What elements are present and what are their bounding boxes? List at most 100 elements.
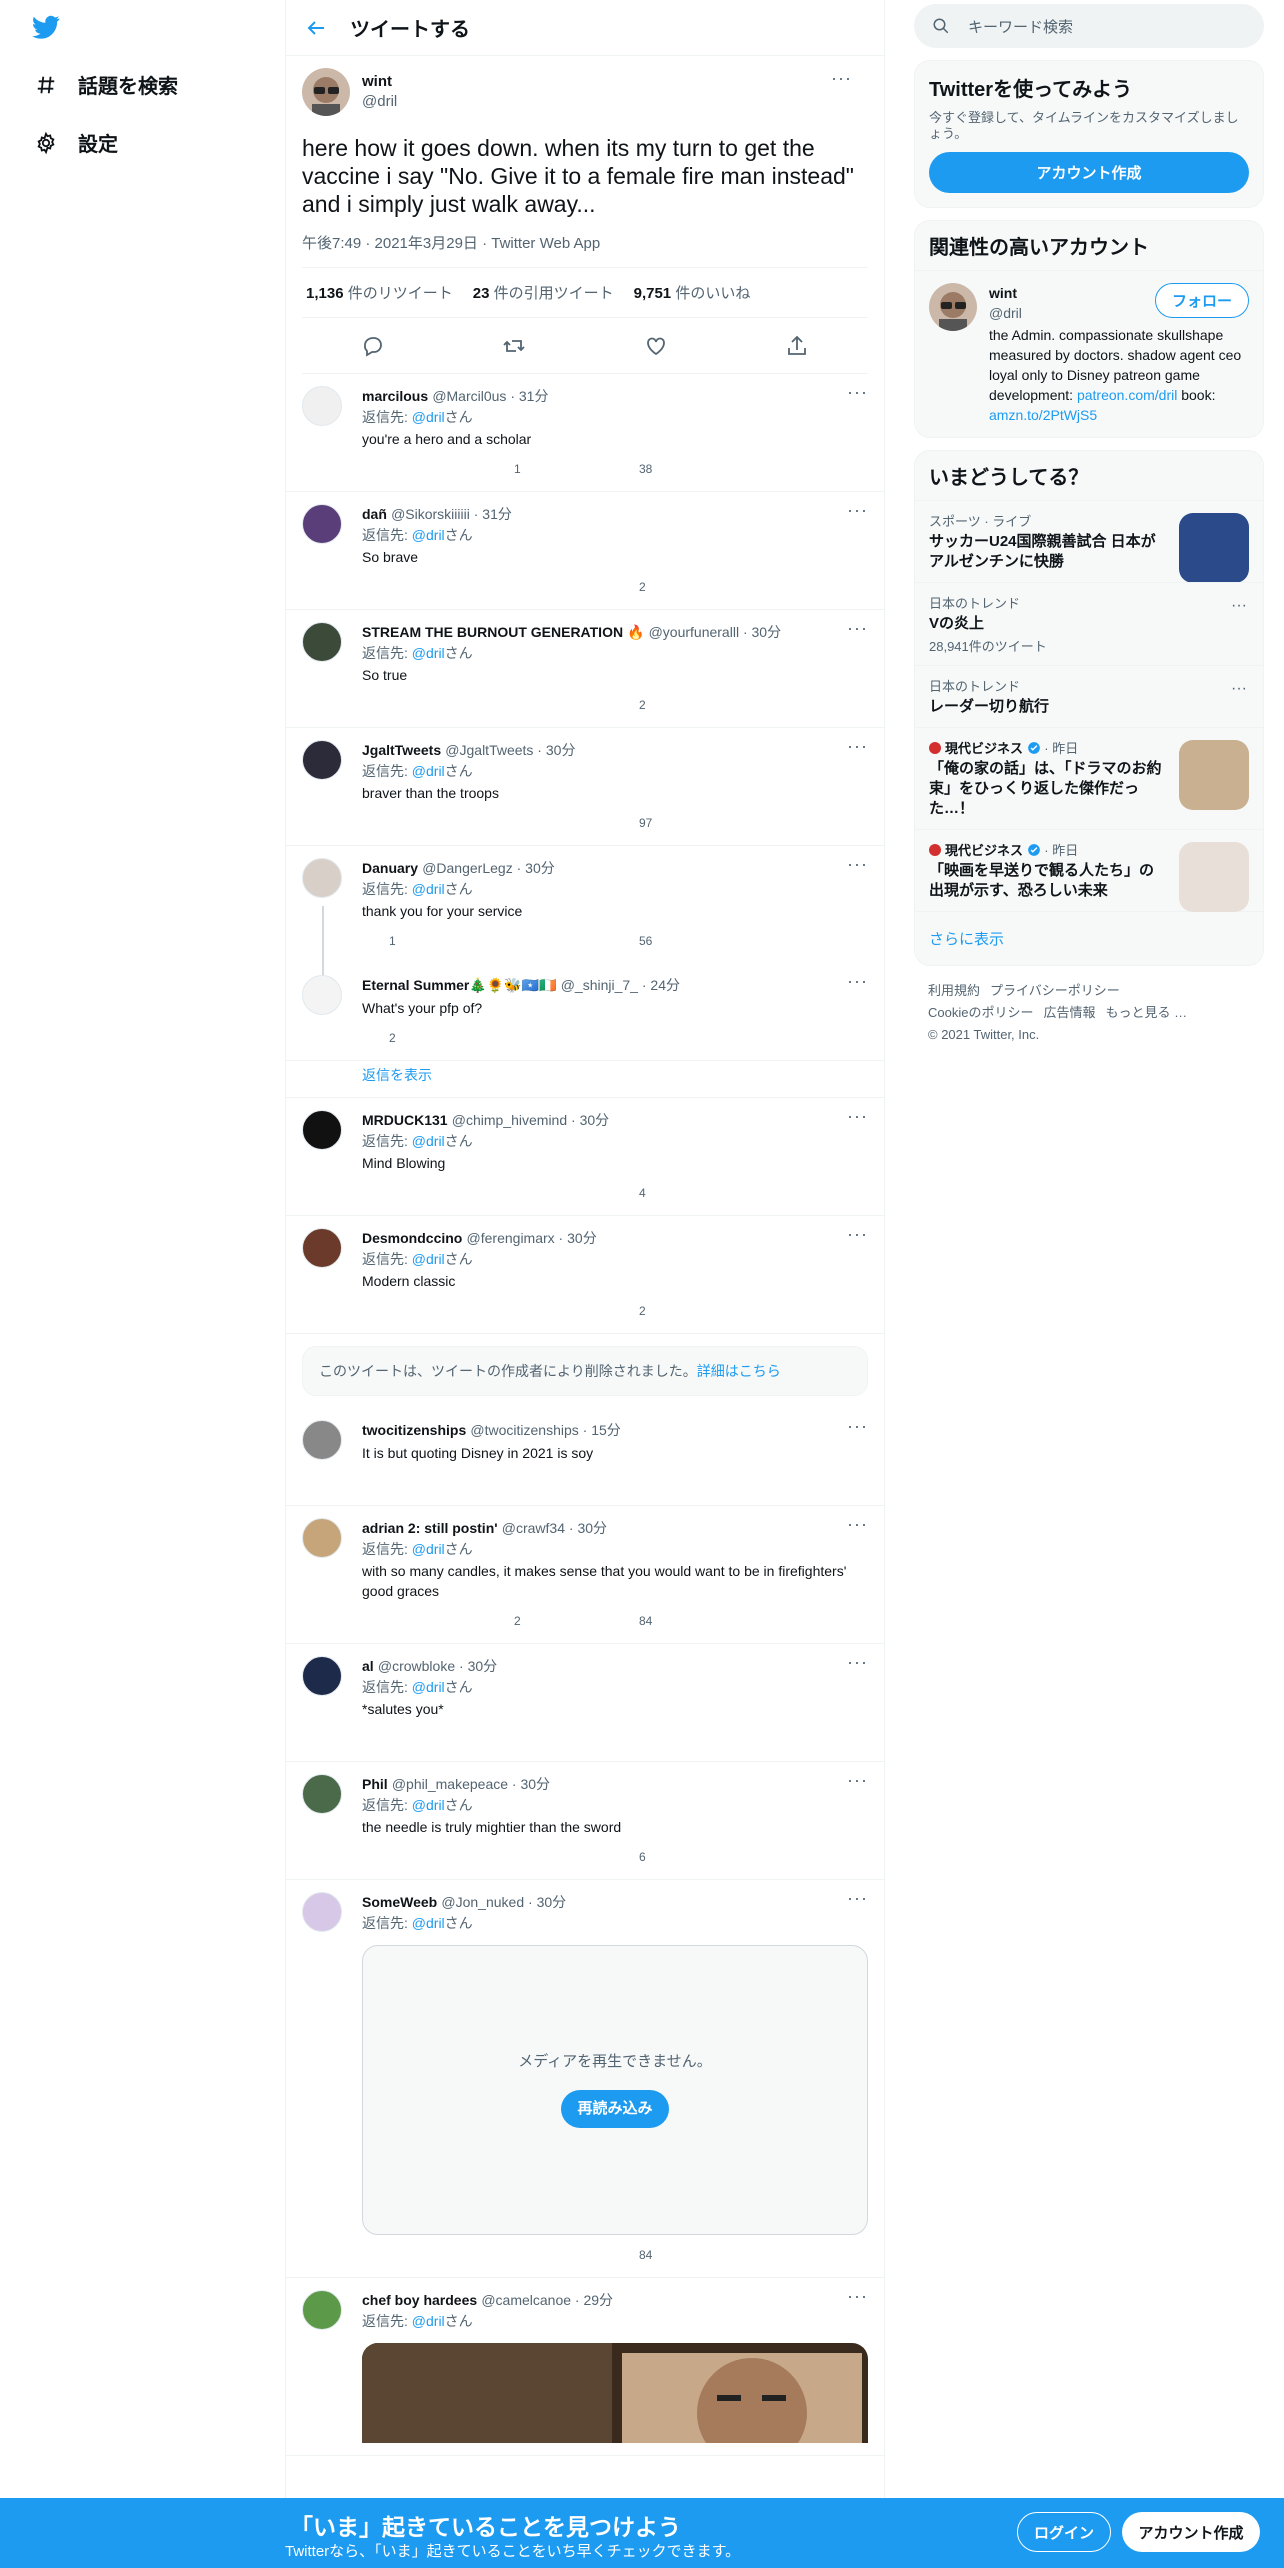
- reply-button[interactable]: [362, 579, 487, 596]
- retweet-count[interactable]: 1,136 件のリツイート: [306, 282, 453, 303]
- footer-link[interactable]: Cookieのポリシー: [928, 1005, 1033, 1020]
- reply-author-handle[interactable]: @twocitizenships: [470, 1422, 578, 1438]
- bio-link[interactable]: amzn.to/2PtWjS5: [989, 407, 1097, 423]
- nav-settings[interactable]: 設定: [34, 128, 118, 157]
- mention-link[interactable]: @dril: [412, 1679, 445, 1695]
- reply-tweet[interactable]: ··· adrian 2: still postin' @crawf34 · 30…: [286, 1506, 884, 1644]
- share-button[interactable]: [737, 2247, 862, 2264]
- avatar[interactable]: [302, 386, 342, 426]
- search-input[interactable]: キーワード検索: [968, 16, 1073, 37]
- reply-tweet[interactable]: ··· marcilous @Marcil0us · 31分 返信先: @drilさ…: [286, 374, 884, 492]
- share-button[interactable]: [737, 933, 862, 950]
- reply-author-handle[interactable]: @crowbloke: [378, 1658, 455, 1674]
- avatar[interactable]: [302, 68, 350, 116]
- reply-author-name[interactable]: dañ: [362, 506, 387, 522]
- reply-tweet[interactable]: ··· STREAM THE BURNOUT GENERATION 🔥 @your…: [286, 610, 884, 728]
- reply-author-name[interactable]: STREAM THE BURNOUT GENERATION 🔥: [362, 624, 644, 640]
- more-icon[interactable]: ···: [847, 500, 868, 521]
- reply-time[interactable]: 24分: [650, 977, 680, 993]
- reply-time[interactable]: 31分: [519, 388, 549, 404]
- more-icon[interactable]: ···: [847, 382, 868, 403]
- reply-tweet[interactable]: ··· Eternal Summer🎄🌻🐝🇸🇴🇮🇪 @_shinji_7_ · 2…: [286, 963, 884, 1061]
- reply-tweet[interactable]: ··· dañ @Sikorskiiiiii · 31分 返信先: @drilさん S…: [286, 492, 884, 610]
- reply-time[interactable]: 30分: [567, 1230, 597, 1246]
- quote-count[interactable]: 23 件の引用ツイート: [473, 282, 614, 303]
- avatar[interactable]: [302, 975, 342, 1015]
- reply-tweet[interactable]: ··· JgaltTweets @JgaltTweets · 30分 返信先: @d…: [286, 728, 884, 846]
- create-account-button[interactable]: アカウント作成: [929, 152, 1249, 193]
- more-icon[interactable]: ···: [1231, 680, 1247, 698]
- avatar[interactable]: [302, 1228, 342, 1268]
- reply-button[interactable]: [362, 1849, 487, 1866]
- retweet-button[interactable]: [487, 1303, 612, 1320]
- reply-time[interactable]: 15分: [591, 1422, 621, 1438]
- more-icon[interactable]: ···: [847, 1224, 868, 1245]
- more-icon[interactable]: ···: [1231, 597, 1247, 615]
- more-icon[interactable]: ···: [847, 854, 868, 875]
- reply-button[interactable]: [362, 461, 487, 478]
- tweet-photo[interactable]: [362, 2343, 868, 2443]
- follow-button[interactable]: フォロー: [1154, 283, 1249, 318]
- avatar[interactable]: [302, 1774, 342, 1814]
- reply-button[interactable]: [362, 1303, 487, 1320]
- avatar[interactable]: [302, 1110, 342, 1150]
- like-button[interactable]: 2: [612, 577, 737, 597]
- share-button[interactable]: [737, 1613, 862, 1630]
- trend-item[interactable]: 日本のトレンド Vの炎上 28,941件のツイート ···: [915, 582, 1263, 665]
- signup-button[interactable]: アカウント作成: [1122, 2512, 1260, 2552]
- retweet-button[interactable]: 2: [487, 1611, 612, 1631]
- retweet-button[interactable]: [487, 1185, 612, 1202]
- reply-tweet[interactable]: ··· al @crowbloke · 30分 返信先: @drilさん *salut…: [286, 1644, 884, 1762]
- mention-link[interactable]: @dril: [412, 1797, 445, 1813]
- share-button[interactable]: [737, 815, 862, 832]
- reply-time[interactable]: 30分: [520, 1776, 550, 1792]
- retweet-button[interactable]: 1: [487, 459, 612, 479]
- trend-item[interactable]: 現代ビジネス · 昨日 「映画を早送りで観る人たち」の出現が示す、恐ろしい未来: [915, 829, 1263, 912]
- mention-link[interactable]: @dril: [412, 527, 445, 543]
- mention-link[interactable]: @dril: [412, 1541, 445, 1557]
- retweet-button[interactable]: [487, 697, 612, 714]
- mention-link[interactable]: @dril: [412, 1133, 445, 1149]
- retweet-icon[interactable]: [502, 334, 526, 358]
- like-button[interactable]: 2: [612, 695, 737, 715]
- share-button[interactable]: [737, 1030, 862, 1047]
- more-icon[interactable]: ···: [831, 68, 852, 89]
- reply-button[interactable]: [362, 1613, 487, 1630]
- author-handle[interactable]: @dril: [362, 92, 397, 112]
- reply-tweet[interactable]: ··· MRDUCK131 @chimp_hivemind · 30分 返信先: @…: [286, 1098, 884, 1216]
- trend-item[interactable]: 現代ビジネス · 昨日 「俺の家の話」は、「ドラマのお約束」をひっくり返した傑作だ…: [915, 727, 1263, 829]
- reply-time[interactable]: 30分: [537, 1894, 567, 1910]
- reply-author-name[interactable]: al: [362, 1658, 374, 1674]
- reply-tweet[interactable]: ··· SomeWeeb @Jon_nuked · 30分 返信先: @drilさん…: [286, 1880, 884, 2278]
- avatar[interactable]: [302, 1892, 342, 1932]
- like-icon[interactable]: [644, 334, 668, 358]
- reply-tweet[interactable]: ··· Desmondccino @ferengimarx · 30分 返信先: @…: [286, 1216, 884, 1334]
- reply-author-handle[interactable]: @ferengimarx: [467, 1230, 555, 1246]
- mention-link[interactable]: @dril: [412, 881, 445, 897]
- more-icon[interactable]: ···: [847, 736, 868, 757]
- author-name[interactable]: wint: [362, 72, 397, 92]
- like-button[interactable]: [612, 1731, 737, 1748]
- reply-tweet[interactable]: ··· chef boy hardees @camelcanoe · 29分 返信先…: [286, 2278, 884, 2456]
- reply-author-handle[interactable]: @crawf34: [502, 1520, 565, 1536]
- retweet-button[interactable]: [487, 815, 612, 832]
- reply-author-handle[interactable]: @Sikorskiiiiii: [391, 506, 470, 522]
- show-more-link[interactable]: さらに表示: [915, 911, 1263, 965]
- avatar[interactable]: [929, 283, 977, 331]
- reply-author-handle[interactable]: @camelcanoe: [481, 2292, 571, 2308]
- like-button[interactable]: 6: [612, 1847, 737, 1867]
- reply-author-handle[interactable]: @phil_makepeace: [392, 1776, 508, 1792]
- share-button[interactable]: [737, 1185, 862, 1202]
- like-button[interactable]: 56: [612, 931, 737, 951]
- share-button[interactable]: [737, 461, 862, 478]
- retweet-button[interactable]: [487, 2247, 612, 2264]
- avatar[interactable]: [302, 622, 342, 662]
- reply-time[interactable]: 30分: [580, 1112, 610, 1128]
- reply-button[interactable]: [362, 1731, 487, 1748]
- like-button[interactable]: 84: [612, 2245, 737, 2265]
- back-arrow-icon[interactable]: [304, 16, 328, 40]
- nav-explore[interactable]: 話題を検索: [34, 70, 178, 99]
- reply-author-name[interactable]: Danuary: [362, 860, 418, 876]
- more-icon[interactable]: ···: [847, 1652, 868, 1673]
- related-account[interactable]: wint @dril the Admin. compassionate skul…: [915, 271, 1263, 437]
